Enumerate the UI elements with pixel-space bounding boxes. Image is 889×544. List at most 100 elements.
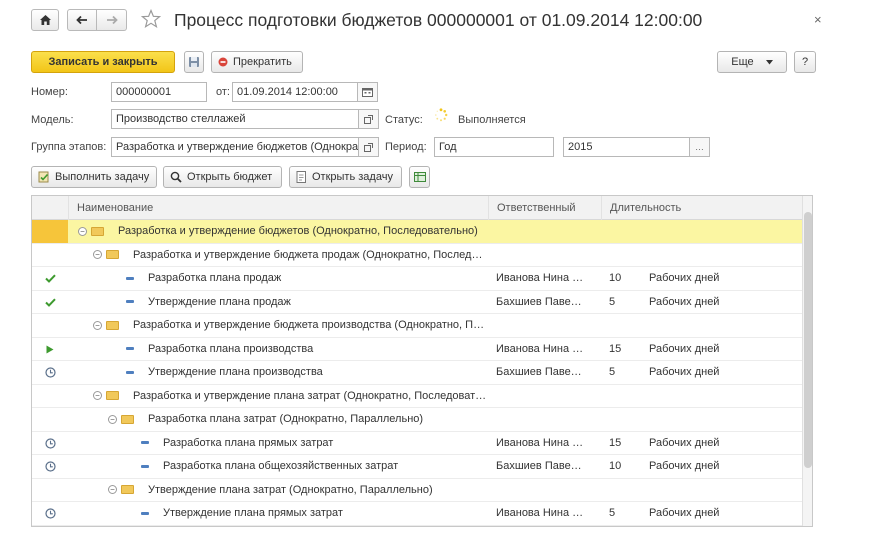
model-label: Модель:: [31, 114, 74, 126]
name-cell: Разработка плана производства: [108, 338, 313, 361]
collapse-icon[interactable]: −: [108, 414, 117, 424]
help-button[interactable]: ?: [794, 51, 816, 73]
folder-icon: [106, 250, 119, 260]
owner-cell: Бахшиев Паве…: [496, 460, 582, 472]
row-name: Разработка и утверждение бюджета продаж …: [133, 248, 483, 261]
number-field[interactable]: 000000001: [111, 82, 207, 102]
status-cell: [32, 502, 68, 525]
open-link-icon: [364, 114, 373, 124]
name-cell: Разработка плана продаж: [108, 267, 281, 290]
duration-cell: 5: [609, 295, 616, 308]
open-task-button[interactable]: Открыть задачу: [289, 166, 402, 188]
calendar-icon: [362, 88, 373, 97]
export-button[interactable]: [409, 166, 430, 188]
back-button[interactable]: [67, 9, 97, 31]
folder-icon: [106, 320, 119, 330]
save-and-close-button[interactable]: Записать и закрыть: [31, 51, 175, 73]
task-icon: [126, 370, 134, 374]
duration-unit-cell: Рабочих дней: [649, 272, 720, 284]
document-icon: [296, 171, 306, 183]
stop-button[interactable]: Прекратить: [211, 51, 303, 73]
duration-unit-cell: Рабочих дней: [649, 507, 720, 519]
name-cell: − Разработка и утверждение бюджетов (Одно…: [78, 220, 478, 243]
row-name: Разработка и утверждение бюджетов (Однок…: [118, 225, 478, 237]
table-row[interactable]: Разработка плана прямых затрат Иванова Ни…: [32, 432, 802, 455]
stage-group-label: Группа этапов:: [31, 141, 107, 153]
table-row[interactable]: Разработка плана производства Иванова Нин…: [32, 338, 802, 361]
name-cell: − Разработка и утверждение бюджета произв…: [93, 314, 484, 337]
column-header-name[interactable]: Наименование: [68, 196, 483, 220]
collapse-icon[interactable]: −: [93, 320, 102, 330]
column-header-owner[interactable]: Ответственный: [488, 196, 596, 220]
name-cell: − Разработка плана затрат (Однократно, Па…: [108, 408, 423, 431]
run-task-icon: [38, 171, 49, 183]
task-icon: [126, 276, 134, 280]
floppy-icon: [189, 57, 199, 67]
owner-cell: Бахшиев Паве…: [496, 366, 582, 378]
model-field[interactable]: Производство стеллажей: [111, 109, 359, 129]
table-row[interactable]: Утверждение плана производства Бахшиев Па…: [32, 361, 802, 385]
year-select-button[interactable]: …: [690, 137, 710, 157]
status-cell: [32, 338, 68, 361]
chevron-down-icon: [765, 59, 773, 64]
home-button[interactable]: [31, 9, 59, 31]
table-row[interactable]: Утверждение плана продаж Бахшиев Паве… 5 Ра…: [32, 291, 802, 314]
owner-cell: Бахшиев Паве…: [496, 295, 582, 308]
collapse-icon[interactable]: −: [108, 485, 117, 495]
arrow-right-icon: [106, 15, 118, 25]
table-row[interactable]: − Разработка и утверждение плана затрат (…: [32, 385, 802, 408]
folder-icon: [121, 485, 134, 495]
table-row[interactable]: − Разработка плана затрат (Однократно, Па…: [32, 408, 802, 432]
save-button[interactable]: [184, 51, 204, 73]
stage-group-open-button[interactable]: [359, 137, 379, 157]
column-header-duration[interactable]: Длительность: [601, 196, 801, 220]
row-name: Утверждение плана производства: [148, 366, 323, 378]
task-icon: [141, 511, 149, 515]
table-row[interactable]: Разработка плана продаж Иванова Нина … 10 Р…: [32, 267, 802, 291]
table-row[interactable]: − Утверждение плана затрат (Однократно, П…: [32, 479, 802, 502]
table-row[interactable]: − Разработка и утверждение бюджета произв…: [32, 314, 802, 338]
name-cell: Утверждение плана производства: [108, 361, 323, 384]
duration-cell: 10: [609, 272, 622, 284]
collapse-icon[interactable]: −: [93, 391, 102, 401]
duration-cell: 5: [609, 366, 616, 378]
favorite-star[interactable]: [140, 8, 162, 32]
forward-button[interactable]: [97, 9, 127, 31]
collapse-icon[interactable]: −: [78, 226, 87, 236]
clock-icon: [44, 461, 56, 472]
home-icon: [39, 15, 51, 25]
run-task-button[interactable]: Выполнить задачу: [31, 166, 157, 188]
duration-cell: 15: [609, 436, 622, 449]
table-row[interactable]: Утверждение плана прямых затрат Иванова Н…: [32, 502, 802, 526]
table-row[interactable]: − Разработка и утверждение бюджета продаж…: [32, 244, 802, 267]
status-cell: [32, 314, 68, 337]
owner-cell: Иванова Нина …: [496, 436, 584, 449]
more-menu-button[interactable]: Еще: [717, 51, 787, 73]
date-field[interactable]: 01.09.2014 12:00:00: [232, 82, 358, 102]
row-name: Утверждение плана прямых затрат: [163, 507, 343, 519]
date-picker-button[interactable]: [358, 82, 378, 102]
row-name: Разработка плана общехозяйственных затра…: [163, 460, 399, 472]
duration-cell: 10: [609, 460, 622, 472]
row-name: Разработка и утверждение плана затрат (О…: [133, 389, 487, 402]
stage-group-field[interactable]: Разработка и утверждение бюджетов (Однок…: [111, 137, 359, 157]
name-cell: Утверждение плана продаж: [108, 291, 291, 314]
status-cell: [32, 361, 68, 384]
table-row[interactable]: − Разработка и утверждение бюджетов (Одно…: [32, 220, 802, 244]
duration-cell: 5: [609, 507, 616, 519]
table-row[interactable]: Разработка плана общехозяйственных затра…: [32, 455, 802, 479]
open-task-label: Открыть задачу: [312, 171, 393, 183]
year-field[interactable]: 2015: [563, 137, 690, 157]
collapse-icon[interactable]: −: [93, 250, 102, 260]
folder-icon: [106, 391, 119, 401]
period-label: Период:: [385, 141, 427, 153]
clock-icon: [44, 367, 56, 378]
open-budget-button[interactable]: Открыть бюджет: [163, 166, 282, 188]
vertical-scrollbar[interactable]: [802, 196, 812, 526]
close-icon[interactable]: ×: [814, 12, 822, 27]
scrollbar-thumb[interactable]: [804, 212, 812, 468]
period-field[interactable]: Год: [434, 137, 554, 157]
stages-table[interactable]: Наименование Ответственный Длительность …: [31, 195, 813, 527]
model-open-button[interactable]: [359, 109, 379, 129]
spinner-icon: [434, 108, 448, 125]
